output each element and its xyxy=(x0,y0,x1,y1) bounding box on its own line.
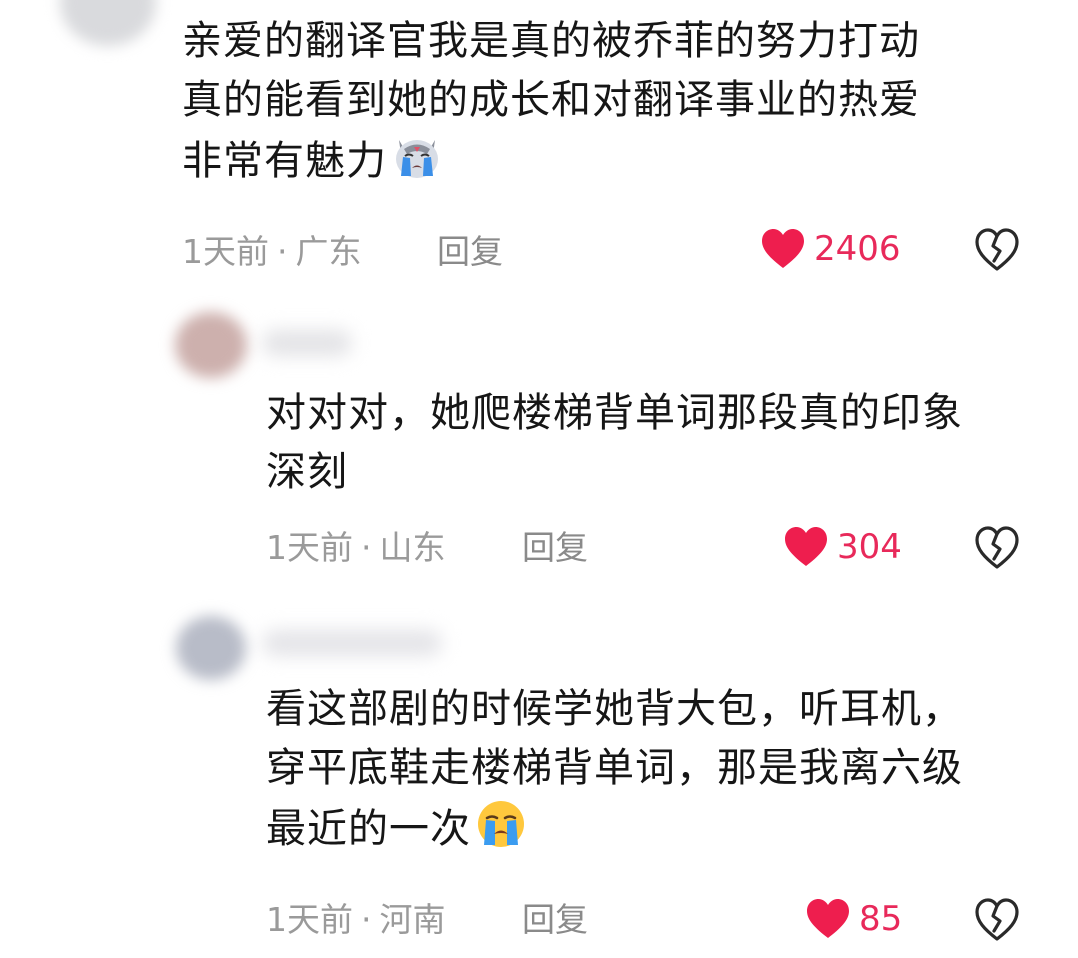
heart-icon xyxy=(762,229,804,268)
like-button[interactable]: 2406 xyxy=(760,228,901,270)
comment-text-line: 非常有魅力 xyxy=(182,130,920,189)
broken-heart-icon[interactable] xyxy=(974,898,1020,942)
meta-separator: · xyxy=(361,900,372,939)
comment-time: 1天前 xyxy=(266,900,353,939)
avatar[interactable] xyxy=(176,616,246,680)
comment-text-line: 深刻 xyxy=(266,449,348,495)
broken-heart-icon[interactable] xyxy=(974,228,1020,272)
heart-icon xyxy=(807,899,849,938)
reply-button[interactable]: 回复 xyxy=(437,232,503,272)
comment-meta: 1天前 · 河南 xyxy=(266,900,446,940)
reply-button[interactable]: 回复 xyxy=(522,900,588,940)
meta-separator: · xyxy=(361,528,372,567)
comment-location: 河南 xyxy=(379,900,446,939)
avatar[interactable] xyxy=(60,0,156,46)
comment-meta: 1天前 · 广东 xyxy=(182,232,362,272)
loudly-crying-face-emoji xyxy=(478,801,524,847)
comment-location: 山东 xyxy=(379,528,446,567)
comment-item: 看这部剧的时候学她背大包，听耳机， 穿平底鞋走楼梯背单词，那是我离六级 最近的一… xyxy=(0,600,1078,958)
comment-text-line: 对对对，她爬楼梯背单词那段真的印象 xyxy=(266,390,963,436)
author-name[interactable] xyxy=(262,630,442,656)
comment-text-line: 亲爱的翻译官我是真的被乔菲的努力打动 xyxy=(182,18,920,64)
comment-item: 亲爱的翻译官我是真的被乔菲的努力打动 真的能看到她的成长和对翻译事业的热爱 非常… xyxy=(0,0,1078,290)
comment-time: 1天前 xyxy=(182,232,269,271)
like-count: 85 xyxy=(859,899,903,939)
comment-text[interactable]: 对对对，她爬楼梯背单词那段真的印象 深刻 xyxy=(266,384,963,502)
avatar[interactable] xyxy=(175,312,247,378)
like-button[interactable]: 85 xyxy=(805,898,902,940)
comment-meta: 1天前 · 山东 xyxy=(266,528,446,568)
comment-text[interactable]: 亲爱的翻译官我是真的被乔菲的努力打动 真的能看到她的成长和对翻译事业的热爱 非常… xyxy=(182,12,920,189)
meta-separator: · xyxy=(277,232,288,271)
crying-cat-emoji xyxy=(396,140,438,178)
comment-item: 对对对，她爬楼梯背单词那段真的印象 深刻 1天前 · 山东 回复 304 xyxy=(0,290,1078,600)
heart-icon xyxy=(785,527,827,566)
comment-text[interactable]: 看这部剧的时候学她背大包，听耳机， 穿平底鞋走楼梯背单词，那是我离六级 最近的一… xyxy=(266,680,963,857)
comment-text-line: 看这部剧的时候学她背大包，听耳机， xyxy=(266,686,963,732)
comment-location: 广东 xyxy=(295,232,362,271)
reply-button[interactable]: 回复 xyxy=(522,528,588,568)
comment-text-line: 穿平底鞋走楼梯背单词，那是我离六级 xyxy=(266,745,963,791)
comment-text-line: 最近的一次 xyxy=(266,798,963,857)
like-button[interactable]: 304 xyxy=(783,526,902,568)
comment-time: 1天前 xyxy=(266,528,353,567)
comment-text-line: 真的能看到她的成长和对翻译事业的热爱 xyxy=(182,77,920,123)
author-name[interactable] xyxy=(262,330,352,356)
like-count: 2406 xyxy=(814,229,901,269)
broken-heart-icon[interactable] xyxy=(974,526,1020,570)
like-count: 304 xyxy=(837,527,902,567)
